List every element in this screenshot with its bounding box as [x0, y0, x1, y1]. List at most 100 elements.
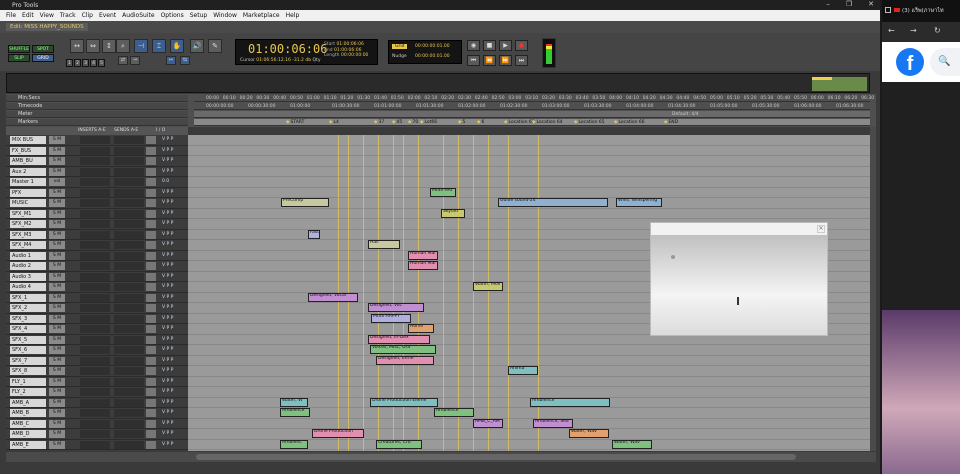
start-value[interactable]: 01:00:06:06 [336, 42, 363, 47]
audio-clip[interactable]: Ambience, Sea [533, 418, 573, 428]
grid-mode-button[interactable]: GRID [32, 54, 54, 62]
zoom-vertical-icon[interactable]: ↕ [102, 39, 116, 53]
solo-mute-buttons[interactable]: S M [49, 283, 65, 291]
insert-slots[interactable] [80, 367, 110, 375]
track-lane[interactable] [188, 335, 870, 345]
insert-slots[interactable] [80, 178, 110, 186]
zoom-preset-5[interactable]: 5 [98, 59, 105, 67]
io-selector[interactable] [146, 272, 156, 281]
send-slots[interactable] [114, 293, 144, 302]
track-lane[interactable] [188, 387, 870, 398]
io-selector[interactable] [146, 230, 156, 239]
track-view-controls[interactable]: V P P [162, 189, 173, 197]
audio-clip[interactable]: AMB_C_AM [473, 418, 503, 428]
menu-setup[interactable]: Setup [190, 12, 207, 19]
solo-mute-buttons[interactable]: S M [49, 356, 65, 365]
track-view-controls[interactable]: V P P [162, 252, 173, 260]
solo-mute-buttons[interactable]: S M [49, 314, 65, 323]
insertion-follows-playback-icon[interactable]: ↦ [166, 56, 176, 65]
marker[interactable]: 5 [458, 119, 465, 126]
grid-value[interactable]: 00:00:00:01.00 [415, 44, 450, 49]
browser-tab-title[interactable]: (3) แร็พ(ภาษาไท [902, 7, 944, 15]
track-view-controls[interactable]: V P P [162, 441, 173, 449]
minimize-button[interactable]: – [826, 0, 830, 8]
track-lane[interactable] [188, 146, 870, 156]
track-name[interactable]: SFX_6 [10, 346, 46, 354]
io-selector[interactable] [146, 377, 156, 386]
track-view-controls[interactable]: V P P [162, 325, 173, 333]
track-view-controls[interactable]: V P P [162, 378, 173, 386]
solo-mute-buttons[interactable]: S M [49, 251, 65, 260]
track-name[interactable]: SFX_7 [10, 356, 46, 365]
scrollbar-thumb[interactable] [196, 454, 796, 460]
insert-slots[interactable] [80, 220, 110, 228]
menu-clip[interactable]: Clip [82, 12, 93, 19]
marker[interactable]: 37 [374, 119, 384, 126]
maximize-button[interactable]: ❐ [846, 0, 852, 8]
insert-slots[interactable] [80, 346, 110, 354]
solo-mute-buttons[interactable]: vol [49, 178, 65, 186]
pencil-tool-icon[interactable]: ✎ [208, 39, 222, 53]
io-selector[interactable] [146, 314, 156, 323]
marker[interactable]: 6 [477, 119, 484, 126]
track-name[interactable]: MIX BUS [10, 136, 46, 144]
io-selector[interactable] [146, 209, 156, 218]
insert-slots[interactable] [80, 251, 110, 260]
track-name[interactable]: SFX_1 [10, 293, 46, 302]
insert-slots[interactable] [80, 262, 110, 270]
io-selector[interactable] [146, 440, 156, 449]
track-name[interactable]: Aux 2 [10, 167, 46, 176]
track-name[interactable]: SFX_5 [10, 335, 46, 344]
io-selector[interactable] [146, 398, 156, 407]
send-slots[interactable] [114, 241, 144, 249]
track-name[interactable]: Audio 2 [10, 262, 46, 270]
track-name[interactable]: FLY_1 [10, 377, 46, 386]
insert-slots[interactable] [80, 314, 110, 323]
track-name[interactable]: SFX_M3 [10, 230, 46, 239]
audio-clip[interactable]: Anima [508, 366, 538, 375]
io-selector[interactable] [146, 157, 156, 165]
marker[interactable]: END [664, 119, 678, 126]
send-slots[interactable] [114, 377, 144, 386]
io-selector[interactable] [146, 136, 156, 144]
track-view-controls[interactable]: V P P [162, 388, 173, 396]
audio-clip[interactable]: Skylad [441, 208, 465, 218]
go-to-end-icon[interactable]: ⏭ [515, 55, 528, 66]
menu-event[interactable]: Event [99, 12, 116, 19]
insert-slots[interactable] [80, 293, 110, 302]
track-lane[interactable] [188, 419, 870, 429]
audio-clip[interactable]: PreComp [281, 198, 329, 207]
track-lane[interactable] [188, 356, 870, 366]
insert-slots[interactable] [80, 419, 110, 428]
send-slots[interactable] [114, 430, 144, 438]
send-slots[interactable] [114, 220, 144, 228]
track-view-controls[interactable]: V P P [162, 315, 173, 323]
io-selector[interactable] [146, 325, 156, 333]
track-lane[interactable] [188, 156, 870, 167]
track-name[interactable]: Master 1 [10, 178, 46, 186]
solo-mute-buttons[interactable]: S M [49, 409, 65, 417]
io-selector[interactable] [146, 146, 156, 155]
send-slots[interactable] [114, 356, 144, 365]
insert-slots[interactable] [80, 146, 110, 155]
menu-audiosuite[interactable]: AudioSuite [122, 12, 154, 19]
track-name[interactable]: Audio 1 [10, 251, 46, 260]
track-view-controls[interactable]: 0.0 [162, 178, 169, 186]
qty-label[interactable]: Qty [313, 58, 321, 63]
track-view-controls[interactable]: V P P [162, 262, 173, 270]
play-icon[interactable]: ▶ [499, 40, 512, 51]
rewind-icon[interactable]: ⏪ [483, 55, 496, 66]
insert-slots[interactable] [80, 409, 110, 417]
zoomer-tool-icon[interactable]: ⌕ [116, 39, 130, 53]
track-lane[interactable] [188, 209, 870, 219]
return-to-zero-icon[interactable]: ⏮ [467, 55, 480, 66]
audio-clip[interactable]: Creatures, Cru [376, 439, 422, 449]
audio-clip[interactable]: Whis. Whispering [616, 198, 662, 207]
send-slots[interactable] [114, 398, 144, 407]
tab-to-transient-icon[interactable]: → [130, 56, 140, 65]
marker[interactable]: 45 [392, 119, 402, 126]
send-slots[interactable] [114, 419, 144, 428]
audio-clip[interactable]: Drone Production [312, 429, 364, 438]
marker[interactable]: 70 [408, 119, 418, 126]
io-selector[interactable] [146, 430, 156, 438]
